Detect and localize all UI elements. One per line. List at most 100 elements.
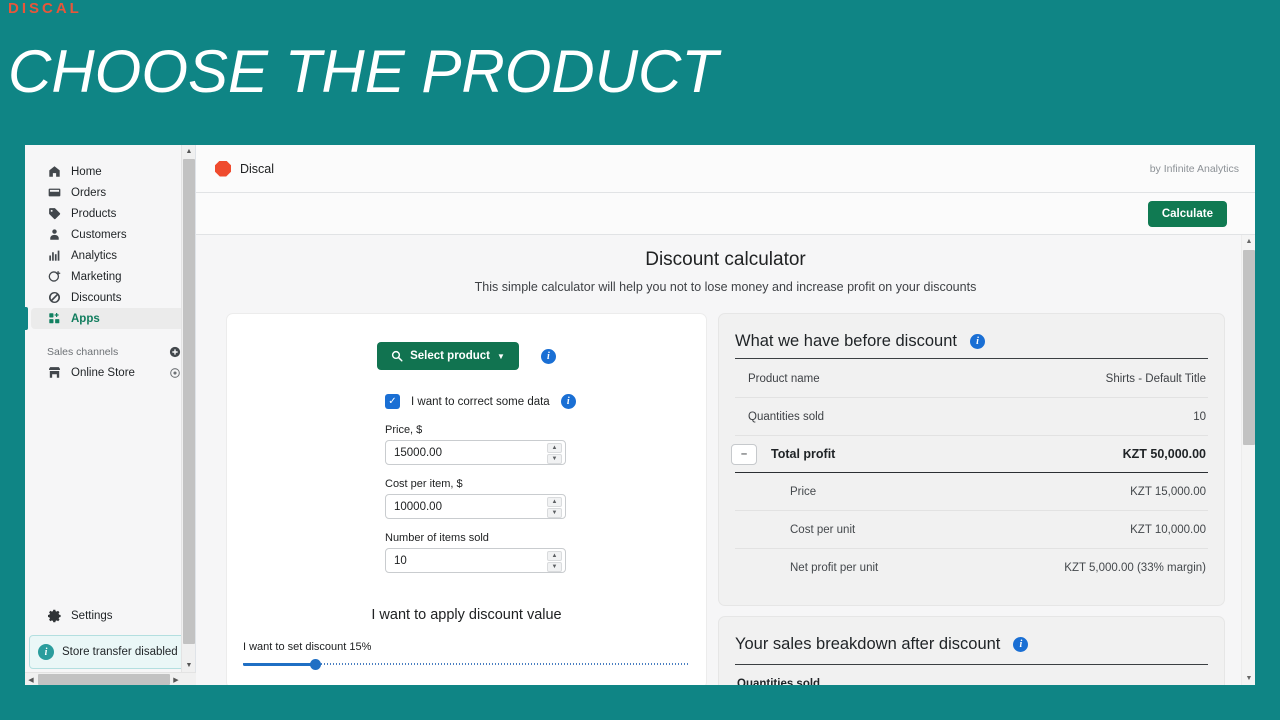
field-price: Price, $ ▲ ▼ [385,424,566,465]
sidebar-item-customers[interactable]: Customers [31,224,189,245]
sidebar-section-sales-channels: Sales channels [25,342,195,362]
before-discount-heading-row: What we have before discount i [735,332,1208,359]
collapse-minus-button[interactable]: – [731,443,757,465]
calculate-button[interactable]: Calculate [1147,200,1227,227]
app-brand-name: Discal [240,161,275,176]
sidebar-item-label: Products [71,207,117,220]
sidebar-item-products[interactable]: Products [31,203,189,224]
stepper-buttons[interactable]: ▲ ▼ [547,497,562,518]
app-vertical-scrollbar[interactable]: ▲ ▼ [1241,235,1255,685]
store-transfer-banner[interactable]: i Store transfer disabled [29,635,191,669]
discount-slider-wrap: I want to set discount 15% [227,641,706,670]
shopify-sidebar: Home Orders Products Customers Analytics… [25,145,196,685]
price-stepper[interactable]: ▲ ▼ [385,440,566,465]
cost-per-item-input[interactable] [386,495,536,518]
slider-thumb[interactable] [309,659,321,670]
scrollbar-thumb[interactable] [1243,250,1255,445]
sidebar-vertical-scrollbar[interactable]: ▲ ▼ [181,145,195,672]
price-input[interactable] [386,441,536,464]
row-value: Shirts - Default Title [1105,372,1206,385]
items-sold-stepper[interactable]: ▲ ▼ [385,548,566,573]
row-value: KZT 15,000.00 [1130,485,1206,498]
stepper-down-icon[interactable]: ▼ [547,562,562,572]
correct-data-checkbox[interactable]: ✓ [385,394,400,409]
table-row: Cost per unit KZT 10,000.00 [735,511,1208,549]
discount-slider[interactable] [243,658,690,670]
sidebar-item-settings[interactable]: Settings [31,605,189,627]
store-transfer-label: Store transfer disabled [62,646,178,658]
scroll-right-arrow-icon[interactable]: ▶ [170,673,182,685]
sidebar-horizontal-scrollbar[interactable]: ◀ ▶ [25,672,196,685]
select-product-button[interactable]: Select product ▼ [377,342,519,370]
app-action-bar: Calculate [196,193,1255,235]
app-content: Discount calculator This simple calculat… [196,235,1255,685]
scroll-down-arrow-icon[interactable]: ▼ [182,659,196,672]
row-key: Cost per unit [790,523,856,536]
sidebar-item-discounts[interactable]: Discounts [31,287,189,308]
stepper-down-icon[interactable]: ▼ [547,454,562,464]
row-value: KZT 50,000.00 [1122,447,1206,461]
page-subtitle: This simple calculator will help you not… [474,280,977,294]
sidebar-item-apps[interactable]: Apps [25,307,189,330]
sidebar-item-home[interactable]: Home [31,161,189,182]
scroll-up-arrow-icon[interactable]: ▲ [182,145,196,158]
scroll-down-arrow-icon[interactable]: ▼ [1242,672,1255,685]
sidebar-item-marketing[interactable]: Marketing [31,266,189,287]
info-icon[interactable]: i [540,348,556,364]
app-byline: by Infinite Analytics [1149,162,1239,175]
correct-data-label: I want to correct some data [411,395,550,408]
row-key: Net profit per unit [790,562,879,574]
row-value: KZT 5,000.00 (33% margin) [1064,562,1206,574]
discal-hexagon-logo [215,160,231,177]
chevron-down-icon: ▼ [496,351,505,361]
row-key: Total profit [771,447,836,461]
sidebar-item-label: Orders [71,186,107,199]
stepper-down-icon[interactable]: ▼ [547,508,562,518]
cost-per-item-stepper[interactable]: ▲ ▼ [385,494,566,519]
eye-icon[interactable] [168,366,181,379]
slider-fill [243,663,315,666]
scroll-left-arrow-icon[interactable]: ◀ [25,673,37,685]
scrollbar-thumb[interactable] [38,674,170,685]
field-label: Cost per item, $ [385,478,463,490]
sidebar-item-orders[interactable]: Orders [31,182,189,203]
field-items-sold: Number of items sold ▲ ▼ [385,532,566,573]
sidebar-item-label: Settings [71,610,113,622]
correct-data-row: ✓ I want to correct some data i [385,394,690,409]
app-area: Discal by Infinite Analytics Calculate D… [196,145,1255,685]
sidebar-item-online-store[interactable]: Online Store [31,362,189,383]
sidebar-item-label: Online Store [71,366,135,379]
after-discount-heading: Your sales breakdown after discount [735,635,1001,653]
scroll-up-arrow-icon[interactable]: ▲ [1242,235,1255,248]
orders-icon [47,185,62,200]
row-key: Price [790,485,817,498]
app-brand: Discal [215,160,275,177]
scrollbar-thumb[interactable] [183,159,195,644]
table-row: Net profit per unit KZT 5,000.00 (33% ma… [735,549,1208,587]
page-title: Discount calculator [645,249,806,270]
info-icon[interactable]: i [560,394,576,409]
marketing-target-icon [47,269,62,284]
stepper-buttons[interactable]: ▲ ▼ [547,551,562,572]
discount-slider-label: I want to set discount 15% [243,641,372,653]
stepper-up-icon[interactable]: ▲ [547,551,562,561]
info-icon[interactable]: i [1013,637,1029,652]
customers-person-icon [47,227,62,242]
items-sold-input[interactable] [386,549,536,572]
row-key: Quantities sold [748,410,825,423]
before-discount-heading: What we have before discount [735,332,957,350]
sidebar-item-analytics[interactable]: Analytics [31,245,189,266]
app-scroll-region: Discount calculator This simple calculat… [196,235,1255,685]
field-label: Number of items sold [385,532,489,544]
info-icon[interactable]: i [969,334,985,349]
stepper-up-icon[interactable]: ▲ [547,497,562,507]
sidebar-item-label: Analytics [71,249,118,262]
sales-channels-label: Sales channels [47,346,119,358]
stepper-buttons[interactable]: ▲ ▼ [547,443,562,464]
discounts-icon [47,290,62,305]
content-columns: Select product ▼ i ✓ I want to correct s… [226,313,1225,685]
plus-circle-icon[interactable] [168,346,181,359]
calculator-form-card: Select product ▼ i ✓ I want to correct s… [226,313,707,685]
products-tag-icon [47,206,62,221]
stepper-up-icon[interactable]: ▲ [547,443,562,453]
